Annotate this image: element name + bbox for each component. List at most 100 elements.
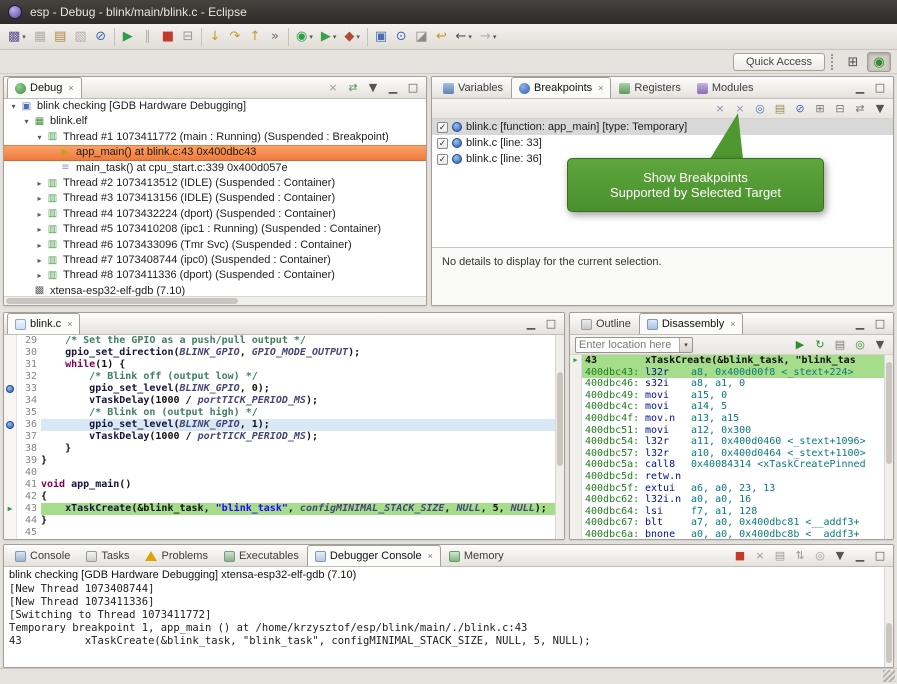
code-line[interactable]: 29 /* Set the GPIO as a push/pull output… <box>4 335 564 347</box>
debug-tree-item[interactable]: ▾▥Thread #1 1073411772 (main : Running) … <box>4 130 426 145</box>
disassembly-row[interactable]: 400dbc4f:mov.na13, a15 <box>570 413 893 425</box>
tab-problems[interactable]: Problems <box>137 545 215 566</box>
pin-console-button[interactable]: ◎ <box>810 546 830 565</box>
tab-memory[interactable]: Memory <box>441 545 512 566</box>
debug-hscrollbar[interactable] <box>4 296 426 305</box>
open-perspective-button[interactable]: ⊞ <box>841 52 865 72</box>
code-line[interactable]: 34 vTaskDelay(1000 / portTICK_PERIOD_MS)… <box>4 395 564 407</box>
remove-launch-button[interactable]: × <box>750 546 770 565</box>
annotation-ruler-cell[interactable] <box>4 407 17 419</box>
debug-tree-item[interactable]: ▸▥Thread #4 1073432224 (dport) (Suspende… <box>4 207 426 222</box>
code-line[interactable]: 31 while(1) { <box>4 359 564 371</box>
back-button[interactable]: ←▾ <box>451 26 475 48</box>
tree-expander-icon[interactable]: ▸ <box>34 176 45 191</box>
maximize-breakpoints-button[interactable]: □ <box>870 78 890 97</box>
disassembly-row[interactable]: 400dbc49:movia15, 0 <box>570 390 893 402</box>
disassembly-row[interactable]: 400dbc4c:movia14, 5 <box>570 401 893 413</box>
disassembly-row[interactable]: 400dbc54:l32ra11, 0x400d0460 <_stext+109… <box>570 436 893 448</box>
disassembly-row[interactable]: 400dbc5f:extuia6, a0, 23, 13 <box>570 483 893 495</box>
code-line[interactable]: 30 gpio_set_direction(BLINK_GPIO, GPIO_M… <box>4 347 564 359</box>
annotation-ruler-cell[interactable] <box>4 467 17 479</box>
disconnect-button[interactable]: ⊟ <box>178 26 198 48</box>
minimize-console-button[interactable]: ▁ <box>850 546 870 565</box>
step-into-button[interactable]: ↓ <box>205 26 225 48</box>
debug-view-menu-button[interactable]: ▼ <box>363 78 383 97</box>
tree-expander-icon[interactable]: ▸ <box>34 238 45 253</box>
code-line[interactable]: 32 /* Blink off (output low) */ <box>4 371 564 383</box>
close-icon[interactable]: × <box>67 319 72 329</box>
annotation-ruler-cell[interactable] <box>4 359 17 371</box>
close-icon[interactable]: × <box>68 83 73 93</box>
breakpoint-item[interactable]: ✓blink.c [line: 33] <box>432 135 893 151</box>
disassembly-row[interactable]: ▶43xTaskCreate(&blink_task, "blink_tas <box>570 355 893 367</box>
suspend-button[interactable]: ∥ <box>138 26 158 48</box>
console-vscrollbar[interactable] <box>884 567 893 667</box>
tree-expander-icon[interactable]: ▸ <box>34 191 45 206</box>
remove-all-terminated-button[interactable]: × <box>323 78 343 97</box>
step-over-button[interactable]: ↷ <box>225 26 245 48</box>
debug-tree-item[interactable]: ▸▥Thread #8 1073411336 (dport) (Suspende… <box>4 268 426 283</box>
debug-tree-item[interactable]: ≡main_task() at cpu_start.c:339 0x400d05… <box>4 161 426 176</box>
code-line[interactable]: 35 /* Blink on (output high) */ <box>4 407 564 419</box>
annotation-ruler-cell[interactable] <box>4 443 17 455</box>
window-resize-grip[interactable] <box>883 670 895 682</box>
tab-breakpoints[interactable]: Breakpoints× <box>511 77 611 98</box>
open-folder-button[interactable]: ▤ <box>50 26 70 48</box>
tab-tasks[interactable]: Tasks <box>78 545 137 566</box>
disassembly-row[interactable]: 400dbc67:blta7, a0, 0x400dbc81 <__addf3+ <box>570 517 893 529</box>
resume-button[interactable]: ▶ <box>118 26 138 48</box>
minimize-debug-button[interactable]: ▁ <box>383 78 403 97</box>
new-c-project-button[interactable]: ▣ <box>371 26 391 48</box>
maximize-editor-button[interactable]: □ <box>541 314 561 333</box>
debug-tree-item[interactable]: ▸▥Thread #5 1073410208 (ipc1 : Running) … <box>4 222 426 237</box>
annotation-ruler-cell[interactable] <box>4 395 17 407</box>
code-line[interactable]: 45 <box>4 527 564 539</box>
last-edit-location-button[interactable]: ↩ <box>431 26 451 48</box>
clear-console-button[interactable]: ▤ <box>770 546 790 565</box>
annotation-ruler-cell[interactable] <box>4 527 17 539</box>
run-button[interactable]: ▶▾ <box>317 26 341 48</box>
minimize-breakpoints-button[interactable]: ▁ <box>850 78 870 97</box>
maximize-disassembly-button[interactable]: □ <box>870 314 890 333</box>
editor-vscroll-thumb[interactable] <box>557 372 563 466</box>
debug-tree-item[interactable]: ▸▥Thread #7 1073408744 (ipc0) (Suspended… <box>4 253 426 268</box>
disassembly-row[interactable]: 400dbc6a:bnonea0, a0, 0x400dbc8b <__addf… <box>570 529 893 539</box>
external-tools-button[interactable]: ◆▾ <box>340 26 364 48</box>
annotation-ruler-cell[interactable] <box>4 515 17 527</box>
disassembly-row[interactable]: 400dbc46:s32ia8, a1, 0 <box>570 378 893 390</box>
code-line[interactable]: 38 } <box>4 443 564 455</box>
console-vscroll-thumb[interactable] <box>886 623 892 663</box>
debug-tree-item[interactable]: ▶app_main() at blink.c:43 0x400dbc43 <box>4 145 426 160</box>
disassembly-row[interactable]: 400dbc62:l32i.na0, a0, 16 <box>570 494 893 506</box>
tab-debugger-console[interactable]: Debugger Console× <box>307 545 441 566</box>
debug-tree-item[interactable]: ▸▥Thread #3 1073413156 (IDLE) (Suspended… <box>4 191 426 206</box>
tab-outline[interactable]: Outline <box>573 313 639 334</box>
tab-executables[interactable]: Executables <box>216 545 307 566</box>
tab-blink-c[interactable]: blink.c× <box>7 313 80 334</box>
editor-vscrollbar[interactable] <box>555 335 564 539</box>
close-icon[interactable]: × <box>598 83 603 93</box>
debug-hscroll-thumb[interactable] <box>6 298 238 304</box>
go-to-file-for-breakpoint-button[interactable]: ▤ <box>770 100 790 117</box>
new-wizard-button[interactable]: ▩▾ <box>4 26 30 48</box>
breakpoint-checkbox[interactable]: ✓ <box>437 122 448 133</box>
goto-program-counter-button[interactable]: ▶ <box>790 336 810 353</box>
connect-button[interactable]: ⇄ <box>343 78 363 97</box>
annotation-ruler-cell[interactable] <box>4 371 17 383</box>
show-breakpoints-supported-button[interactable]: ◎ <box>750 100 770 117</box>
close-icon[interactable]: × <box>730 319 735 329</box>
annotation-ruler-cell[interactable] <box>4 347 17 359</box>
tab-disassembly[interactable]: Disassembly× <box>639 313 744 334</box>
disassembly-row[interactable]: 400dbc51:movia12, 0x300 <box>570 425 893 437</box>
skip-all-breakpoints-view-button[interactable]: ⊘ <box>790 100 810 117</box>
annotation-ruler-cell[interactable] <box>4 455 17 467</box>
debug-tree-item[interactable]: ▾▦blink.elf <box>4 114 426 129</box>
collapse-all-breakpoints-button[interactable]: ⊟ <box>830 100 850 117</box>
link-with-debug-view-button[interactable]: ⇄ <box>850 100 870 117</box>
expand-all-breakpoints-button[interactable]: ⊞ <box>810 100 830 117</box>
debug-tree-item[interactable]: ▸▥Thread #6 1073433096 (Tmr Svc) (Suspen… <box>4 238 426 253</box>
code-line[interactable]: 40 <box>4 467 564 479</box>
tab-console[interactable]: Console <box>7 545 78 566</box>
skip-all-breakpoints-button[interactable]: ⊘ <box>91 26 111 48</box>
minimize-disassembly-button[interactable]: ▁ <box>850 314 870 333</box>
